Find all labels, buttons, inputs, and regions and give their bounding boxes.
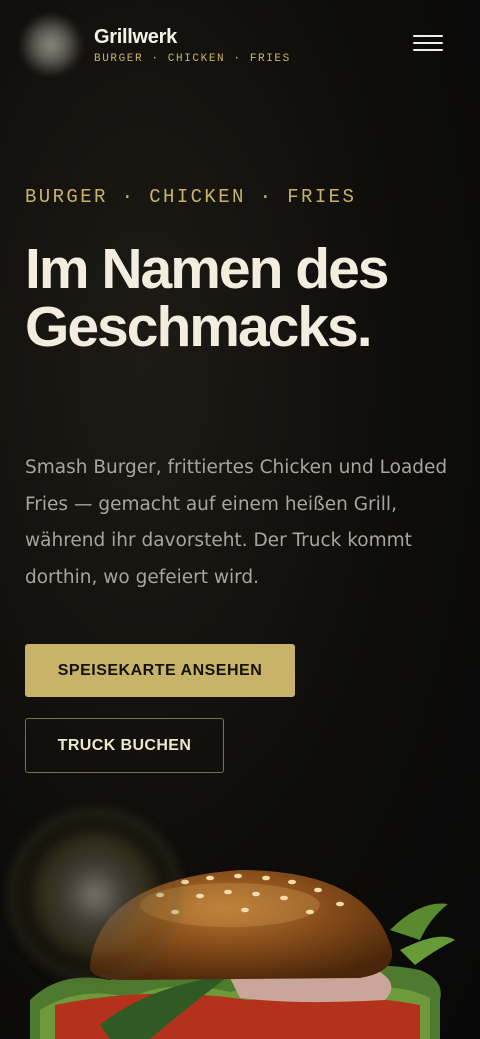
menu-line	[413, 49, 443, 51]
site-header: Grillwerk BURGER · CHICKEN · FRIES	[0, 0, 480, 96]
brand-tagline: BURGER · CHICKEN · FRIES	[94, 53, 291, 65]
burger-image	[0, 800, 480, 1039]
view-menu-button[interactable]: SPEISEKARTE ANSEHEN	[25, 644, 295, 697]
menu-line	[413, 42, 443, 44]
burger-illustration	[10, 810, 455, 1039]
hero-description: Smash Burger, frittiertes Chicken und Lo…	[25, 457, 448, 588]
brand-name[interactable]: Grillwerk	[94, 26, 177, 49]
hero-eyebrow: BURGER · CHICKEN · FRIES	[25, 186, 357, 208]
logo-icon[interactable]	[20, 14, 82, 76]
hero-title: Im Namen des Geschmacks.	[25, 237, 389, 359]
book-truck-button[interactable]: TRUCK BUCHEN	[25, 718, 224, 773]
menu-line	[413, 35, 443, 37]
hamburger-menu-icon[interactable]	[406, 28, 450, 58]
